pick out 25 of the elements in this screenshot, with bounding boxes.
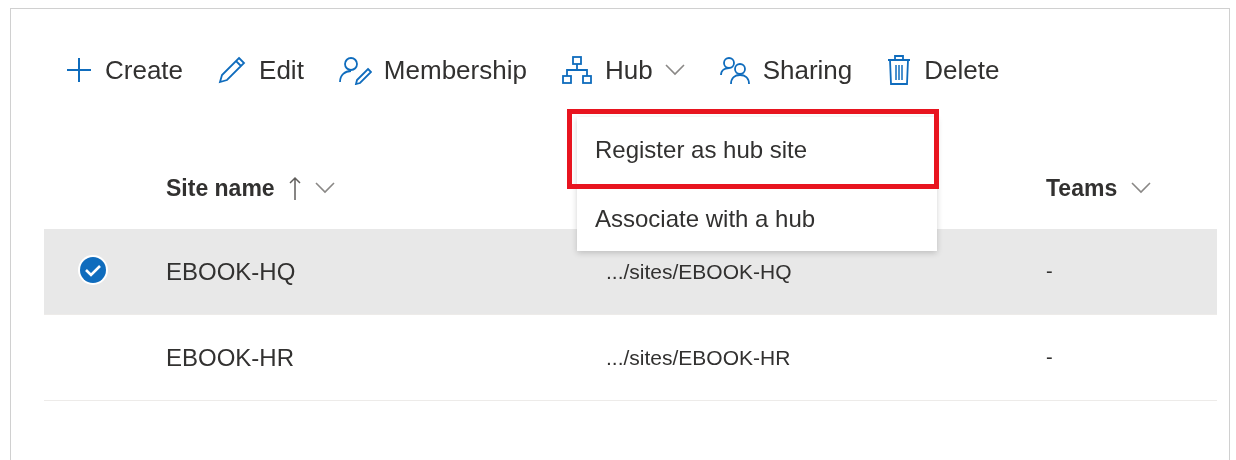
chevron-down-icon <box>314 182 335 194</box>
teams-value: - <box>1046 260 1053 282</box>
site-url: .../sites/EBOOK-HQ <box>606 259 792 283</box>
pencil-icon <box>217 55 248 85</box>
site-url: .../sites/EBOOK-HR <box>606 345 791 369</box>
people-icon <box>718 55 751 85</box>
sharing-button[interactable]: Sharing <box>712 46 859 94</box>
plus-icon <box>65 56 93 84</box>
table-row[interactable]: EBOOK-HR .../sites/EBOOK-HR - <box>44 315 1217 401</box>
column-header[interactable]: Teams <box>1046 174 1217 202</box>
trash-icon <box>886 54 913 86</box>
site-name: EBOOK-HQ <box>166 257 296 285</box>
create-button[interactable]: Create <box>59 46 190 94</box>
edit-button[interactable]: Edit <box>211 46 310 94</box>
checkmark-circle-icon[interactable] <box>77 253 109 286</box>
hub-button[interactable]: Hub <box>554 46 691 94</box>
hierarchy-icon <box>560 55 593 85</box>
chevron-down-icon <box>1131 182 1152 194</box>
people-edit-icon <box>337 55 372 85</box>
delete-button[interactable]: Delete <box>880 46 1006 94</box>
table-row[interactable]: EBOOK-HQ .../sites/EBOOK-HQ - <box>44 229 1217 315</box>
teams-value: - <box>1046 346 1053 368</box>
site-name: EBOOK-HR <box>166 343 294 371</box>
chevron-down-icon <box>664 64 685 76</box>
membership-button[interactable]: Membership <box>331 46 533 94</box>
